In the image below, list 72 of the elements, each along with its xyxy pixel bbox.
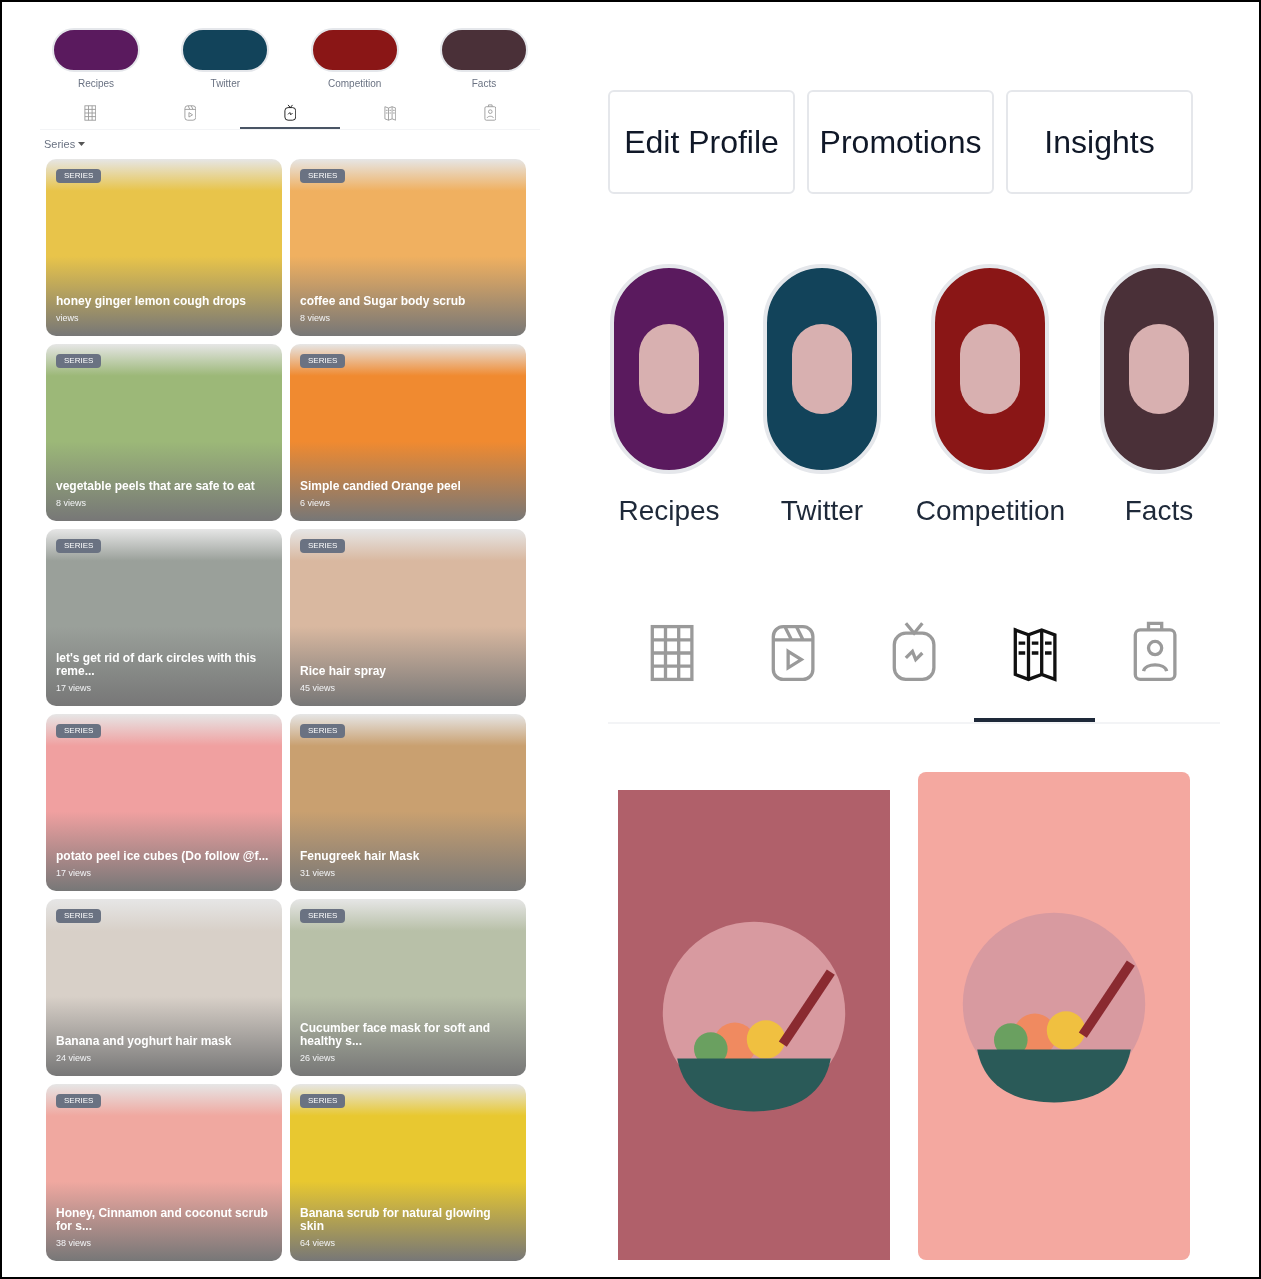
profile-button[interactable]: Promotions — [807, 90, 994, 194]
card-title: Fenugreek hair Mask — [300, 850, 421, 863]
series-card[interactable]: SERIES Banana scrub for natural glowing skin 64 views — [290, 1083, 526, 1261]
view-count: views — [56, 312, 80, 325]
highlight-cover[interactable] — [181, 28, 270, 72]
card-title: Banana and yoghurt hair mask — [56, 1035, 233, 1048]
series-badge: SERIES — [56, 908, 102, 923]
profile-button[interactable]: Insights — [1006, 90, 1193, 194]
series-badge: SERIES — [300, 908, 346, 923]
clapper-play-icon — [183, 104, 197, 122]
series-badge: SERIES — [300, 723, 346, 738]
view-count: 45 views — [300, 682, 336, 695]
tv-icon — [283, 104, 297, 122]
highlight-label: Twitter — [210, 77, 241, 91]
series-card[interactable]: SERIES vegetable peels that are safe to eat 8 views — [46, 343, 282, 521]
card-title: let's get rid of dark circles with this reme... — [56, 652, 258, 678]
series-card[interactable]: SERIES Simple candied Orange peel 6 views — [290, 343, 526, 521]
highlight-label: Facts — [1124, 494, 1194, 528]
series-badge: SERIES — [56, 353, 102, 368]
grid-icon — [83, 104, 97, 122]
highlight-label: Recipes — [618, 494, 720, 528]
series-card[interactable]: SERIES honey ginger lemon cough drops views — [46, 158, 282, 336]
view-count: 8 views — [300, 312, 331, 325]
view-count: 31 views — [300, 867, 336, 880]
card-title: coffee and Sugar body scrub — [300, 295, 467, 308]
caret-icon — [78, 142, 86, 147]
series-card[interactable]: SERIES Fenugreek hair Mask 31 views — [290, 713, 526, 891]
highlight-cover[interactable] — [310, 28, 399, 72]
view-count: 64 views — [300, 1237, 336, 1250]
series-dropdown[interactable]: Series — [44, 136, 86, 153]
view-count: 26 views — [300, 1052, 336, 1065]
series-card[interactable]: SERIES potato peel ice cubes (Do follow @f... 17 views — [46, 713, 282, 891]
series-badge: SERIES — [300, 168, 346, 183]
card-title: honey ginger lemon cough drops — [56, 295, 247, 308]
card-title: Cucumber face mask for soft and healthy s... — [300, 1022, 492, 1048]
view-count: 8 views — [56, 497, 87, 510]
highlight-label: Competition — [327, 77, 382, 91]
highlight-label: Recipes — [77, 77, 115, 91]
series-badge: SERIES — [300, 538, 346, 553]
series-badge: SERIES — [56, 723, 102, 738]
view-count: 17 views — [56, 867, 92, 880]
person-badge-icon — [483, 104, 497, 122]
series-card[interactable]: SERIES Cucumber face mask for soft and healthy s... 26 views — [290, 898, 526, 1076]
view-count: 6 views — [300, 497, 331, 510]
highlight-cover[interactable] — [52, 28, 140, 72]
post-thumbnail[interactable] — [918, 772, 1190, 1260]
card-title: Banana scrub for natural glowing skin — [300, 1207, 492, 1233]
highlight-label: Facts — [471, 77, 497, 91]
series-badge: SERIES — [300, 353, 346, 368]
series-card[interactable]: SERIES coffee and Sugar body scrub 8 views — [290, 158, 526, 336]
card-title: Rice hair spray — [300, 665, 388, 678]
series-badge: SERIES — [300, 1093, 346, 1108]
series-card[interactable]: SERIES let's get rid of dark circles with this reme... 17 views — [46, 528, 282, 706]
book-icon — [383, 104, 397, 122]
card-title: vegetable peels that are safe to eat — [56, 480, 256, 493]
series-card[interactable]: SERIES Honey, Cinnamon and coconut scrub for s... 38 views — [46, 1083, 282, 1261]
series-card[interactable]: SERIES Rice hair spray 45 views — [290, 528, 526, 706]
series-badge: SERIES — [56, 538, 102, 553]
series-badge: SERIES — [56, 1093, 102, 1108]
highlight-cover[interactable] — [440, 28, 528, 72]
highlight-label: Twitter — [780, 494, 864, 528]
series-card[interactable]: SERIES Banana and yoghurt hair mask 24 views — [46, 898, 282, 1076]
card-title: potato peel ice cubes (Do follow @f... — [56, 850, 270, 863]
post-thumbnail[interactable] — [618, 790, 890, 1260]
card-title: Simple candied Orange peel — [300, 480, 462, 493]
view-count: 38 views — [56, 1237, 92, 1250]
view-count: 24 views — [56, 1052, 92, 1065]
profile-button[interactable]: Edit Profile — [608, 90, 795, 194]
card-title: Honey, Cinnamon and coconut scrub for s... — [56, 1207, 269, 1233]
highlight-label: Competition — [915, 494, 1066, 528]
view-count: 17 views — [56, 682, 92, 695]
series-badge: SERIES — [56, 168, 102, 183]
